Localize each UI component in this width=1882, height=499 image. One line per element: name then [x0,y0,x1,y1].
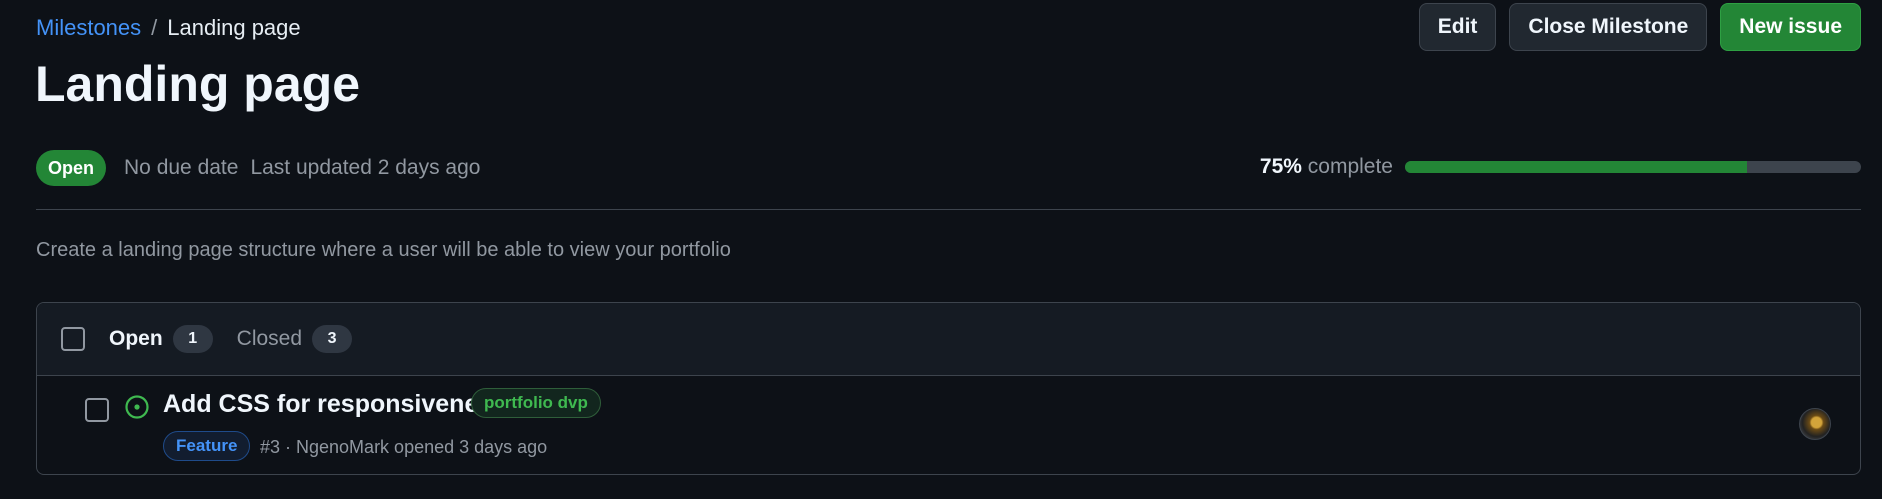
issue-type-label[interactable]: Feature [163,431,251,461]
milestone-actions: Edit Close Milestone New issue [1418,3,1861,51]
issue-title-link[interactable]: Add CSS for responsiveness [163,390,506,419]
edit-button[interactable]: Edit [1418,3,1497,51]
progress-bar [1405,161,1861,173]
issues-list-header: Open 1 Closed 3 [37,303,1860,376]
issue-checkbox[interactable] [85,398,109,422]
milestone-description: Create a landing page structure where a … [36,239,731,261]
open-issues-filter[interactable]: Open 1 [109,325,213,353]
select-all-checkbox[interactable] [61,327,85,351]
issue-open-icon [125,395,149,419]
milestone-page: Milestones / Landing page Edit Close Mil… [0,0,1882,499]
new-issue-button[interactable]: New issue [1720,3,1861,51]
closed-filter-label: Closed [236,327,303,350]
issue-meta: #3 · NgenoMark opened 3 days ago [260,437,548,457]
last-updated-text: Last updated 2 days ago [250,156,481,179]
close-milestone-button[interactable]: Close Milestone [1509,3,1708,51]
issues-list: Open 1 Closed 3 Add CSS for responsivene… [36,302,1861,475]
breadcrumb-milestones-link[interactable]: Milestones [36,15,141,41]
issue-row: Add CSS for responsiveness portfolio dvp… [37,376,1860,474]
closed-issues-filter[interactable]: Closed 3 [236,325,353,353]
breadcrumb-current: Landing page [167,15,301,40]
open-count-badge: 1 [172,325,213,353]
progress-suffix: complete [1307,155,1393,178]
status-badge: Open [36,150,107,186]
assignee-avatar[interactable] [1799,408,1831,440]
breadcrumb-separator: / [151,15,158,40]
progress-bar-fill [1405,161,1747,173]
due-date-text: No due date [124,156,239,179]
milestone-progress: 75% complete [1260,155,1861,179]
open-filter-label: Open [109,327,163,350]
progress-percent: 75% [1259,155,1302,178]
milestone-meta: Open No due date Last updated 2 days ago [36,150,480,186]
page-title: Landing page [35,56,360,112]
breadcrumb: Milestones / Landing page [36,15,301,41]
progress-label: 75% complete [1260,155,1393,179]
divider [36,209,1861,210]
issue-label[interactable]: portfolio dvp [471,388,601,418]
closed-count-badge: 3 [312,325,353,353]
